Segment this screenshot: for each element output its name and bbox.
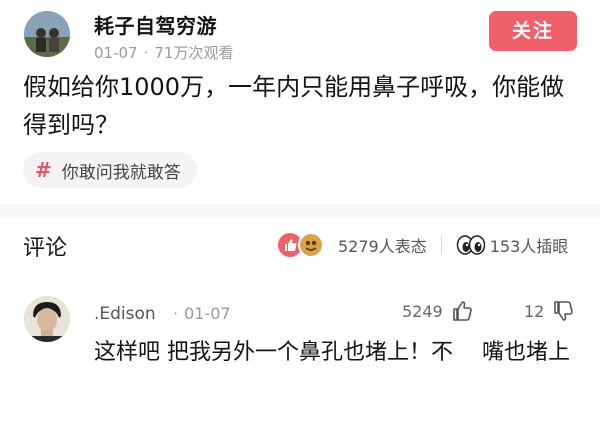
question-text: 假如给你1000万，一年内只能用鼻子呼吸，你能做得到吗？ <box>23 73 565 139</box>
reaction-icons <box>278 232 334 258</box>
comments-title: 评论 <box>23 236 68 261</box>
comments-header: 评论 5279人表态 153人插眼 <box>0 218 600 274</box>
eyes-icon <box>456 235 486 255</box>
commenter-name[interactable]: .Edison <box>94 304 156 324</box>
comment-like-count: 5249 <box>402 301 443 321</box>
post-date: 01-07 <box>94 44 138 62</box>
comment-dislike-count: 12 <box>524 301 545 321</box>
reactions-count: 5279人表态 <box>338 237 427 256</box>
thumbs-up-outline-icon <box>451 300 473 322</box>
comment-date-wrap: · 01-07 <box>173 304 231 323</box>
emoji-icon <box>298 232 324 258</box>
topic-label: 你敢问我就敢答 <box>61 162 181 183</box>
reactions-summary[interactable]: 5279人表态 153人插眼 <box>278 232 568 258</box>
comment-text: 这样吧 把我另外一个鼻孔也堵上！不 嘴也堵上 <box>94 340 570 365</box>
author-name[interactable]: 耗子自驾穷游 <box>94 10 217 39</box>
viewers-count: 153人插眼 <box>489 237 569 256</box>
follow-button[interactable]: 关注 <box>489 11 577 51</box>
thumbs-down-outline-icon <box>552 300 574 322</box>
section-divider <box>0 204 600 218</box>
post-meta: 01-07 · 71万次观看 <box>94 42 233 63</box>
comment-dislike-button[interactable]: 12 <box>524 300 574 322</box>
post-card: 耗子自驾穷游 01-07 · 71万次观看 关注 假如给你1000万，一年内只能用鼻… <box>0 0 600 204</box>
comment-like-button[interactable]: 5249 <box>402 300 473 322</box>
hashtag-icon: # <box>35 158 52 182</box>
view-count: 71万次观看 <box>154 44 234 62</box>
meta-separator: · <box>143 44 149 62</box>
author-avatar[interactable] <box>24 11 70 57</box>
comment-date: 01-07 <box>184 304 231 323</box>
reactions-separator <box>440 236 442 254</box>
comment-item: .Edison · 01-07 5249 12 这样吧 把我另外一个鼻孔也堵上！不… <box>0 274 600 428</box>
date-separator: · <box>173 304 179 323</box>
commenter-avatar[interactable] <box>24 296 70 342</box>
topic-chip[interactable]: # 你敢问我就敢答 <box>23 152 197 188</box>
